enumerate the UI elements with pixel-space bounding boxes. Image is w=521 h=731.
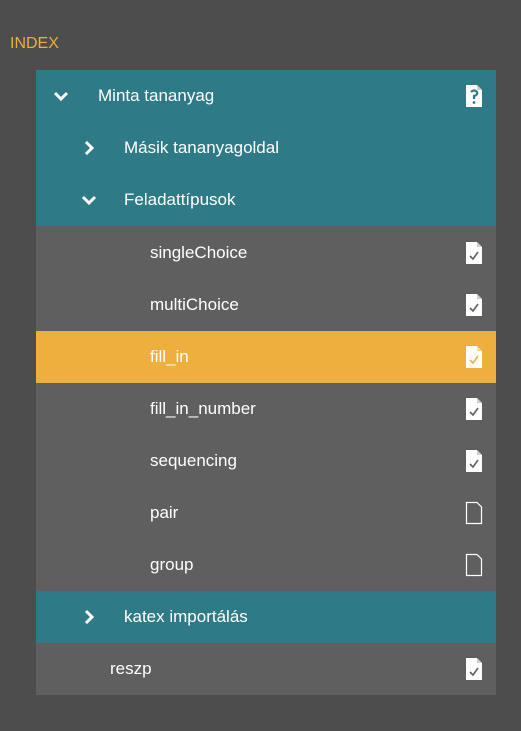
tree-item-label: reszp: [110, 659, 152, 678]
index-title: INDEX: [10, 35, 59, 52]
tree-item-group[interactable]: group: [36, 539, 496, 591]
chevron-down-icon[interactable]: [78, 189, 100, 211]
tree-item-katex-importalas[interactable]: katex importálás: [36, 591, 496, 643]
tree-item-fill-in[interactable]: fill_in: [36, 331, 496, 383]
tree-item-label: Minta tananyag: [98, 86, 215, 105]
tree-item-sequencing[interactable]: sequencing: [36, 435, 496, 487]
checked-document-icon: [464, 345, 484, 369]
checked-document-icon: [464, 241, 484, 265]
chevron-down-icon[interactable]: [50, 85, 72, 107]
help-document-icon[interactable]: [464, 84, 484, 108]
tree-item-label: fill_in_number: [150, 399, 256, 418]
tree-item-fill-in-number[interactable]: fill_in_number: [36, 383, 496, 435]
tree-item-minta-tananyag[interactable]: Minta tananyag: [36, 70, 496, 122]
empty-document-icon: [464, 501, 484, 525]
checked-document-icon: [464, 397, 484, 421]
empty-document-icon: [464, 553, 484, 577]
tree-item-reszp[interactable]: reszp: [36, 643, 496, 695]
tree-item-singlechoice[interactable]: singleChoice: [36, 226, 496, 279]
tree-item-feladattipusok[interactable]: Feladattípusok: [36, 174, 496, 226]
tree-item-label: sequencing: [150, 451, 237, 470]
tree-item-label: fill_in: [150, 347, 189, 366]
tree-item-label: katex importálás: [124, 607, 248, 626]
checked-document-icon: [464, 293, 484, 317]
tree-item-masik-tananyagoldal[interactable]: Másik tananyagoldal: [36, 122, 496, 174]
checked-document-icon: [464, 657, 484, 681]
tree-item-label: Másik tananyagoldal: [124, 138, 279, 157]
checked-document-icon: [464, 449, 484, 473]
tree-item-label: pair: [150, 503, 179, 522]
chevron-right-icon[interactable]: [78, 137, 100, 159]
chevron-right-icon[interactable]: [78, 606, 100, 628]
tree-item-label: singleChoice: [150, 242, 248, 262]
index-tree: Minta tananyag Másik tananyagoldal Felad…: [36, 70, 496, 695]
tree-item-pair[interactable]: pair: [36, 487, 496, 539]
tree-item-label: Feladattípusok: [124, 190, 236, 209]
tree-item-label: group: [150, 555, 194, 574]
index-panel: INDEX Minta tananyag Másik tananyagoldal…: [0, 0, 521, 731]
tree-item-multichoice[interactable]: multiChoice: [36, 279, 496, 331]
tree-item-label: multiChoice: [150, 295, 239, 314]
